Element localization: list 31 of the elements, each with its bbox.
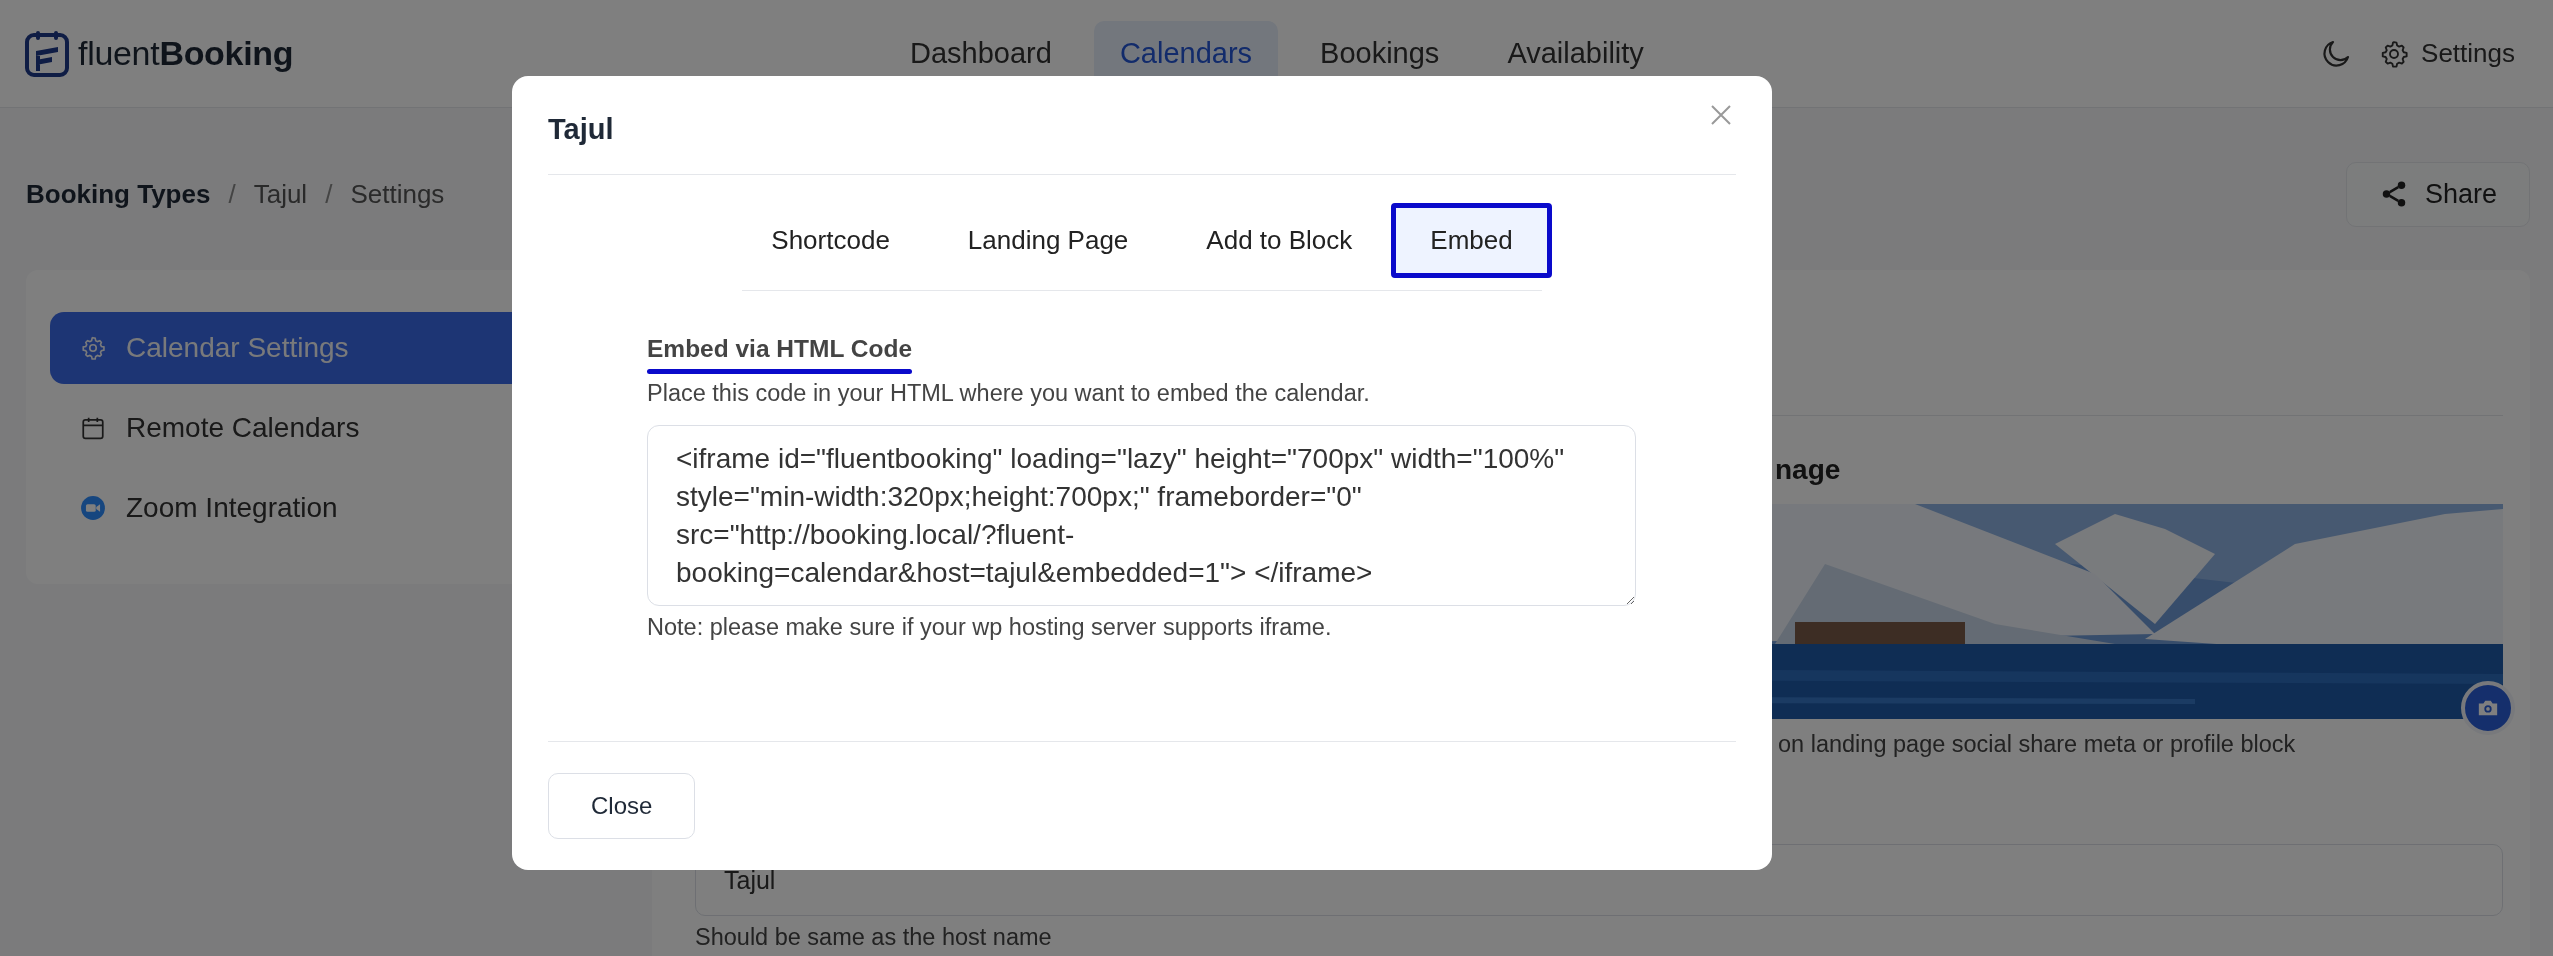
share-button[interactable]: Share [2345, 161, 2530, 227]
breadcrumb-link[interactable]: Tajul [253, 178, 308, 210]
embed-code-field[interactable]: <iframe id="fluentbooking" loading="lazy" height="700px" width="100%" style="min-width:320px;height:700px;" frameborder="0" src="http://booking.local/?fluent-booking=calendar&host=tajul&embedded=1"> </iframe> [647, 425, 1636, 606]
dialog-tab[interactable]: Add to Block [1167, 203, 1392, 278]
embed-description: Place this code in your HTML where you want to embed the calendar. [647, 380, 1371, 407]
dialog-tab[interactable]: Shortcode [732, 203, 929, 278]
settings-icon [80, 335, 106, 361]
camera-icon [2477, 698, 2499, 718]
dialog-tab[interactable]: Embed [1391, 203, 1552, 278]
sidebar-item[interactable]: Zoom Integration [50, 472, 620, 544]
moon-icon[interactable] [2321, 38, 2352, 69]
embed-section-title: Embed via HTML Code [647, 335, 912, 363]
breadcrumb-separator: / [325, 178, 333, 210]
dialog-title: Tajul [548, 112, 614, 146]
name-hint: Should be same as the host name [695, 924, 1053, 951]
video-camera-icon [80, 495, 106, 521]
dialog-tab[interactable]: Landing Page [928, 203, 1168, 278]
breadcrumb-link[interactable]: Settings [350, 178, 445, 210]
close-button[interactable]: Close [548, 773, 696, 839]
sidebar-item[interactable]: Remote Calendars [50, 392, 620, 464]
settings-icon [2379, 38, 2410, 69]
section-heading: nage [1775, 454, 1842, 486]
breadcrumb-link[interactable]: Booking Types [26, 178, 211, 210]
settings-link[interactable]: Settings [2379, 38, 2515, 69]
logo-text: fluentBooking [78, 34, 294, 73]
close-icon[interactable] [1710, 104, 1732, 126]
logo-icon [24, 28, 72, 79]
image-hint: on landing page social share meta or profile block [1778, 731, 2297, 758]
calendar-icon [80, 415, 106, 441]
embed-note: Note: please make sure if your wp hosting server supports iframe. [647, 614, 1333, 641]
breadcrumb-separator: / [228, 178, 236, 210]
